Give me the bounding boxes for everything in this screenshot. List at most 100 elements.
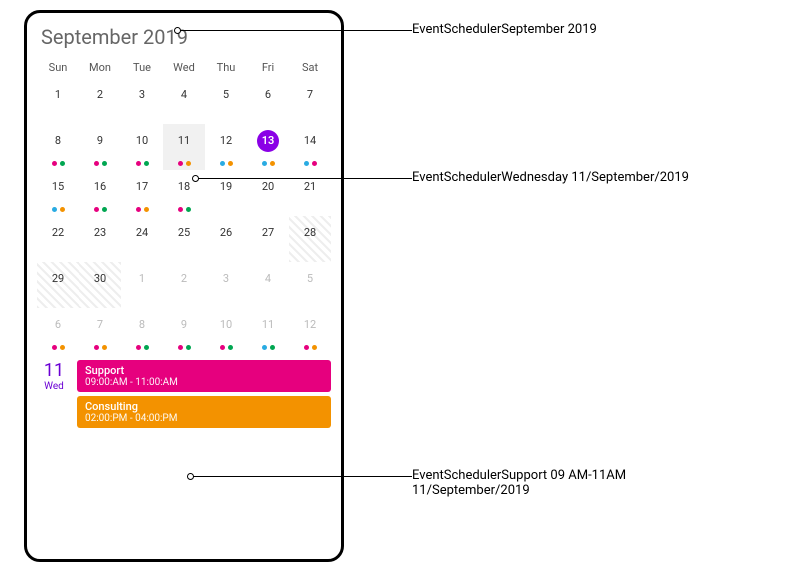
day-cell[interactable]: 28	[289, 216, 331, 262]
day-cell[interactable]: 1	[37, 78, 79, 124]
day-cell[interactable]: 6	[247, 78, 289, 124]
day-cell[interactable]: 17	[121, 170, 163, 216]
dow-cell: Fri	[247, 57, 289, 78]
event-indicators	[163, 207, 205, 212]
event-indicators	[247, 345, 289, 350]
day-cell[interactable]: 29	[37, 262, 79, 308]
day-cell[interactable]: 9	[79, 124, 121, 170]
day-cell[interactable]: 19	[205, 170, 247, 216]
day-cell[interactable]: 9	[163, 308, 205, 354]
day-number: 16	[89, 176, 111, 198]
day-cell[interactable]: 8	[121, 308, 163, 354]
day-cell[interactable]: 2	[79, 78, 121, 124]
day-number: 8	[47, 130, 69, 152]
dow-cell: Wed	[163, 57, 205, 78]
event-item[interactable]: Support09:00:AM - 11:00:AM	[77, 360, 331, 392]
event-indicators	[289, 161, 331, 166]
event-dot	[52, 207, 57, 212]
day-number: 11	[173, 130, 195, 152]
day-number: 3	[215, 268, 237, 290]
event-title: Support	[85, 364, 323, 377]
annotation-day: EventSchedulerWednesday 11/September/201…	[412, 170, 689, 185]
day-cell[interactable]: 7	[79, 308, 121, 354]
day-cell[interactable]: 11	[247, 308, 289, 354]
event-dot	[312, 161, 317, 166]
day-cell[interactable]: 22	[37, 216, 79, 262]
day-cell[interactable]: 4	[247, 262, 289, 308]
dow-cell: Tue	[121, 57, 163, 78]
calendar-widget: September 2019 SunMonTueWedThuFriSat 123…	[24, 10, 344, 562]
event-indicators	[247, 161, 289, 166]
day-cell[interactable]: 5	[289, 262, 331, 308]
day-cell[interactable]: 20	[247, 170, 289, 216]
dow-cell: Sun	[37, 57, 79, 78]
day-number: 1	[131, 268, 153, 290]
event-dot	[228, 345, 233, 350]
event-dot	[228, 161, 233, 166]
day-cell[interactable]: 25	[163, 216, 205, 262]
day-cell[interactable]: 8	[37, 124, 79, 170]
annotation-text: 11/September/2019	[412, 483, 530, 498]
day-cell[interactable]: 24	[121, 216, 163, 262]
day-cell[interactable]: 21	[289, 170, 331, 216]
day-cell[interactable]: 27	[247, 216, 289, 262]
event-indicators	[121, 161, 163, 166]
day-cell[interactable]: 3	[205, 262, 247, 308]
day-number: 29	[47, 268, 69, 290]
day-number: 21	[299, 176, 321, 198]
annotation-event: EventSchedulerSupport 09 AM-11AM 11/Sept…	[412, 468, 626, 498]
day-cell[interactable]: 4	[163, 78, 205, 124]
event-indicators	[163, 345, 205, 350]
day-number: 10	[131, 130, 153, 152]
day-number: 9	[89, 130, 111, 152]
day-cell[interactable]: 5	[205, 78, 247, 124]
day-number: 12	[299, 314, 321, 336]
day-number: 11	[257, 314, 279, 336]
event-title: Consulting	[85, 400, 323, 413]
event-panel: 11 Wed Support09:00:AM - 11:00:AMConsult…	[37, 360, 331, 428]
day-cell[interactable]: 1	[121, 262, 163, 308]
day-number: 15	[47, 176, 69, 198]
annotation-title: EventSchedulerSeptember 2019	[412, 22, 597, 37]
day-cell[interactable]: 10	[205, 308, 247, 354]
event-dot	[178, 345, 183, 350]
event-dot	[186, 207, 191, 212]
event-item[interactable]: Consulting02:00:PM - 04:00:PM	[77, 396, 331, 428]
event-dot	[178, 207, 183, 212]
event-time: 02:00:PM - 04:00:PM	[85, 413, 323, 424]
event-indicators	[205, 161, 247, 166]
day-number: 14	[299, 130, 321, 152]
event-dot	[136, 161, 141, 166]
day-cell[interactable]: 16	[79, 170, 121, 216]
day-cell[interactable]: 12	[289, 308, 331, 354]
event-dot	[94, 161, 99, 166]
event-dot	[52, 345, 57, 350]
day-cell[interactable]: 12	[205, 124, 247, 170]
annotation-text: EventSchedulerSeptember 2019	[412, 22, 597, 37]
day-cell[interactable]: 3	[121, 78, 163, 124]
dow-cell: Thu	[205, 57, 247, 78]
week-row: 15161718192021	[37, 170, 331, 216]
day-cell[interactable]: 6	[37, 308, 79, 354]
day-cell[interactable]: 15	[37, 170, 79, 216]
day-cell[interactable]: 14	[289, 124, 331, 170]
event-indicators	[289, 345, 331, 350]
day-number: 13	[257, 130, 279, 152]
day-number: 12	[215, 130, 237, 152]
day-cell[interactable]: 26	[205, 216, 247, 262]
annotation-text: EventSchedulerWednesday 11/September/201…	[412, 170, 689, 185]
day-number: 5	[215, 84, 237, 106]
day-cell[interactable]: 13	[247, 124, 289, 170]
event-dot	[136, 345, 141, 350]
event-list: Support09:00:AM - 11:00:AM Consulting02:0…	[77, 360, 331, 428]
event-dot	[270, 345, 275, 350]
day-number: 9	[173, 314, 195, 336]
event-dot	[220, 345, 225, 350]
day-cell[interactable]: 23	[79, 216, 121, 262]
event-dot	[304, 345, 309, 350]
day-cell[interactable]: 10	[121, 124, 163, 170]
day-cell[interactable]: 30	[79, 262, 121, 308]
day-cell[interactable]: 2	[163, 262, 205, 308]
day-cell[interactable]: 11	[163, 124, 205, 170]
day-cell[interactable]: 7	[289, 78, 331, 124]
